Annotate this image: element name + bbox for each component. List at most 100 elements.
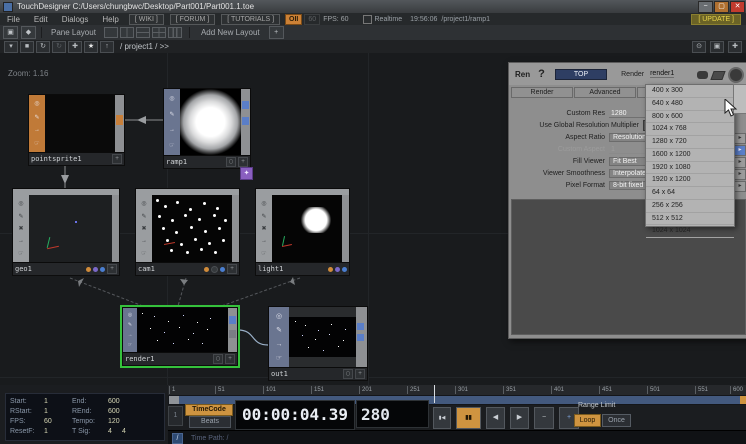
help-icon[interactable]: ? — [538, 68, 545, 80]
viewer-flag[interactable] — [220, 267, 225, 272]
bookmark-star-icon[interactable]: ★ — [84, 41, 98, 53]
hand-icon[interactable]: ☞ — [276, 354, 282, 362]
ramp-flag-icon[interactable]: ✦ — [240, 167, 253, 180]
hand-icon[interactable]: ☞ — [261, 250, 266, 257]
range-end-handle[interactable] — [740, 396, 746, 404]
go-to-start-button[interactable]: ▮◀ — [433, 407, 451, 429]
parent-folder-icon[interactable]: ↑ — [100, 41, 114, 53]
viewer-flag[interactable] — [100, 267, 105, 272]
info-value[interactable]: 1 — [44, 428, 72, 435]
param-menu-arrow[interactable]: ▸ — [734, 133, 746, 144]
once-button[interactable]: Once — [602, 414, 631, 427]
layout-preset-3[interactable] — [136, 27, 150, 38]
viewer-flag[interactable] — [342, 267, 347, 272]
node-pointsprite1[interactable]: ◎ ✎ → ☞ pointsprite1 + — [28, 94, 125, 166]
title-bar[interactable]: TouchDesigner C:/Users/chungbwc/Desktop/… — [0, 0, 746, 13]
tab-render[interactable]: Render — [511, 87, 573, 98]
render-flag[interactable] — [328, 267, 333, 272]
node-light1[interactable]: ◎ ✎ ✖ → ☞ light1 — [255, 188, 350, 276]
expand-button[interactable]: + — [355, 369, 365, 379]
expand-button[interactable]: + — [225, 354, 235, 364]
update-button[interactable]: [ UPDATE ] — [691, 14, 741, 25]
minimize-button[interactable]: − — [698, 1, 713, 13]
display-flag[interactable] — [93, 267, 98, 272]
dropdown-option[interactable]: 640 x 480 — [646, 98, 734, 111]
stop-icon[interactable]: ■ — [20, 41, 34, 53]
info-value[interactable]: 60 — [44, 418, 72, 425]
flag-button[interactable]: ▢ — [213, 354, 223, 364]
edit-icon[interactable]: ✎ — [169, 111, 174, 118]
menu-dialogs[interactable]: Dialogs — [55, 15, 96, 24]
edit-icon[interactable]: ✎ — [18, 213, 23, 220]
family-button[interactable]: TOP — [555, 69, 607, 80]
display-icon[interactable]: ◎ — [34, 100, 39, 107]
slash-icon[interactable]: / — [172, 433, 183, 444]
pane-icon[interactable]: ▣ — [3, 26, 18, 39]
play-backward-button[interactable]: ◀ — [486, 407, 505, 429]
dropdown-option[interactable]: 1920 x 1080 — [646, 162, 734, 175]
edit-icon[interactable]: ✎ — [261, 213, 266, 220]
dropdown-option[interactable]: 1024 x 768 — [646, 123, 734, 136]
expand-button[interactable]: + — [107, 264, 117, 274]
hand-icon[interactable]: ☞ — [141, 250, 146, 257]
param-menu-arrow[interactable]: ▸ — [734, 169, 746, 180]
dropdown-option[interactable]: 1280 x 720 — [646, 136, 734, 149]
pane-split-icon[interactable]: ✚ — [728, 41, 742, 53]
palette-icon[interactable]: ◆ — [21, 26, 36, 39]
wiki-link[interactable]: [ WIKI ] — [129, 14, 164, 25]
output-connector[interactable] — [242, 117, 249, 125]
layout-preset-5[interactable] — [168, 27, 182, 38]
display-icon[interactable]: ◎ — [261, 200, 266, 207]
step-back-button[interactable]: − — [534, 407, 554, 429]
dropdown-option[interactable]: 1920 x 1200 — [646, 174, 734, 187]
display-icon[interactable]: ◎ — [169, 95, 174, 102]
info-value[interactable]: 600 — [108, 408, 134, 415]
pane-maximize-icon[interactable]: ▣ — [710, 41, 724, 53]
breadcrumb[interactable]: / project1 / >> — [120, 42, 169, 51]
hand-icon[interactable]: ☞ — [34, 140, 39, 147]
dropdown-option[interactable]: 256 x 256 — [646, 200, 734, 213]
arrow-icon[interactable]: → — [141, 238, 147, 244]
dropdown-option[interactable]: 400 x 300 — [646, 85, 734, 98]
node-render1-selected[interactable]: ◎ ✎ → ☞ render1 ▢ + — [122, 307, 238, 366]
display-flag[interactable] — [211, 266, 218, 273]
timecode-mode-button[interactable]: TimeCode — [185, 404, 233, 416]
edit-icon[interactable]: ✎ — [34, 114, 39, 121]
expand-button[interactable]: + — [227, 264, 237, 274]
close-button[interactable]: ✕ — [730, 1, 745, 13]
back-icon[interactable]: ↻ — [36, 41, 50, 53]
arrow-icon[interactable]: → — [276, 341, 283, 348]
flag-button[interactable]: ▢ — [343, 369, 353, 379]
info-value[interactable]: 1 — [44, 408, 72, 415]
output-connector[interactable] — [116, 115, 123, 125]
tab-advanced[interactable]: Advanced — [574, 87, 636, 98]
range-start-handle[interactable] — [169, 396, 179, 404]
dropdown-option[interactable]: 1600 x 1200 — [646, 149, 734, 162]
edit-icon[interactable]: ✎ — [276, 326, 282, 334]
layout-preset-2[interactable] — [120, 27, 134, 38]
forum-link[interactable]: [ FORUM ] — [170, 14, 215, 25]
dropdown-option[interactable]: 1024 x 1024 — [646, 225, 734, 238]
expand-button[interactable]: + — [238, 157, 248, 167]
arrow-icon[interactable]: → — [169, 127, 175, 133]
edit-icon[interactable]: ✎ — [141, 213, 146, 220]
node-ramp1[interactable]: ◎ ✎ → ☞ ramp1 ▢ + — [163, 88, 251, 169]
info-value[interactable]: 600 — [108, 398, 134, 405]
display-icon[interactable]: ◎ — [128, 312, 132, 318]
node-out1[interactable]: ◎ ✎ → ☞ out1 ▢ + — [268, 306, 368, 381]
pane-circle-icon[interactable]: ⊙ — [692, 41, 706, 53]
flag-button[interactable]: ▢ — [226, 157, 236, 167]
close-icon[interactable]: ✖ — [261, 225, 266, 232]
layout-preset-1[interactable] — [104, 27, 118, 38]
menu-edit[interactable]: Edit — [27, 15, 55, 24]
menu-help[interactable]: Help — [95, 15, 125, 24]
render-flag[interactable] — [204, 267, 209, 272]
op-name[interactable]: Ren — [515, 70, 530, 79]
output-connector[interactable] — [242, 101, 249, 109]
comment-icon[interactable] — [697, 71, 708, 79]
arrow-icon[interactable]: → — [34, 127, 40, 133]
dropdown-option[interactable]: 512 x 512 — [646, 213, 734, 226]
param-menu-arrow[interactable]: ▸ — [734, 145, 746, 156]
close-icon[interactable]: ✖ — [18, 225, 23, 232]
dropdown-option[interactable]: 800 x 600 — [646, 111, 734, 124]
